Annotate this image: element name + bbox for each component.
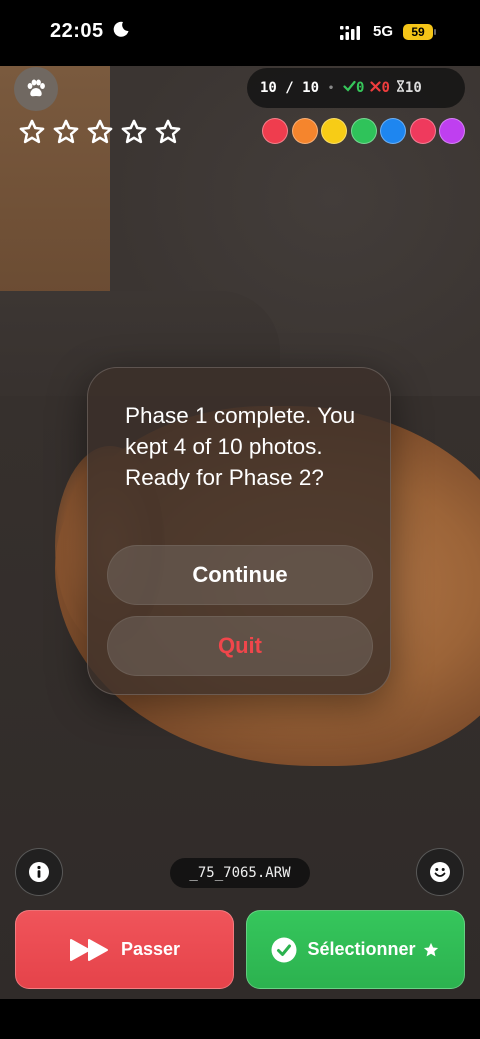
skip-label: Passer [120, 939, 181, 959]
star-icon[interactable] [86, 118, 114, 146]
color-label-dot[interactable] [439, 118, 465, 144]
moon-icon [113, 21, 129, 37]
star-icon[interactable] [154, 118, 182, 146]
star-icon[interactable] [120, 118, 148, 146]
color-label-dot[interactable] [291, 118, 318, 144]
info-icon [29, 862, 49, 882]
smile-icon [430, 862, 450, 882]
hourglass-icon [396, 80, 405, 92]
pending-count: 10 [396, 80, 422, 96]
signal-icon [340, 26, 360, 40]
quit-button[interactable]: Quit [107, 616, 373, 676]
color-labels[interactable] [262, 118, 465, 144]
color-label-dot[interactable] [350, 118, 377, 144]
color-label-dot[interactable] [409, 118, 436, 144]
skip-button[interactable]: Passer [15, 910, 234, 989]
rating-stars[interactable] [18, 118, 182, 146]
paw-button[interactable] [14, 67, 58, 111]
dialog-message: Phase 1 complete. You kept 4 of 10 photo… [125, 403, 356, 490]
status-bar: 22:05 5G 59 [0, 0, 480, 66]
color-label-dot[interactable] [321, 118, 347, 144]
cross-icon [370, 81, 382, 92]
phase-dialog: Phase 1 complete. You kept 4 of 10 photo… [87, 367, 391, 695]
fast-forward-icon [69, 938, 111, 962]
color-label-dot[interactable] [380, 118, 406, 144]
clock: 22:05 [50, 20, 104, 42]
pending-count-value: 10 [404, 80, 422, 96]
kept-count-value: 0 [356, 80, 365, 96]
home-indicator-area [0, 999, 480, 1039]
kept-count: 0 [343, 80, 364, 96]
info-button[interactable] [15, 848, 63, 896]
rejected-count: 0 [370, 80, 390, 96]
select-button[interactable]: Sélectionner [246, 910, 465, 989]
smile-button[interactable] [416, 848, 464, 896]
star-icon[interactable] [52, 118, 80, 146]
check-circle-icon [271, 937, 297, 963]
battery-tip [434, 29, 436, 35]
battery-indicator: 59 [403, 24, 433, 40]
progress-counter: 10 / 10 • 0 0 10 [247, 68, 465, 108]
file-name: _75_7065.ARW [170, 858, 310, 888]
star-icon[interactable] [18, 118, 46, 146]
color-label-dot[interactable] [262, 118, 288, 144]
progress-text: 10 / 10 [260, 80, 320, 96]
star-filled-icon [422, 941, 440, 959]
select-label: Sélectionner [307, 939, 416, 959]
counter-separator: • [328, 82, 335, 94]
paw-icon [27, 79, 45, 97]
network-type: 5G [373, 23, 394, 40]
rejected-count-value: 0 [381, 80, 390, 96]
continue-button[interactable]: Continue [107, 545, 373, 605]
checkmark-icon [343, 80, 356, 92]
